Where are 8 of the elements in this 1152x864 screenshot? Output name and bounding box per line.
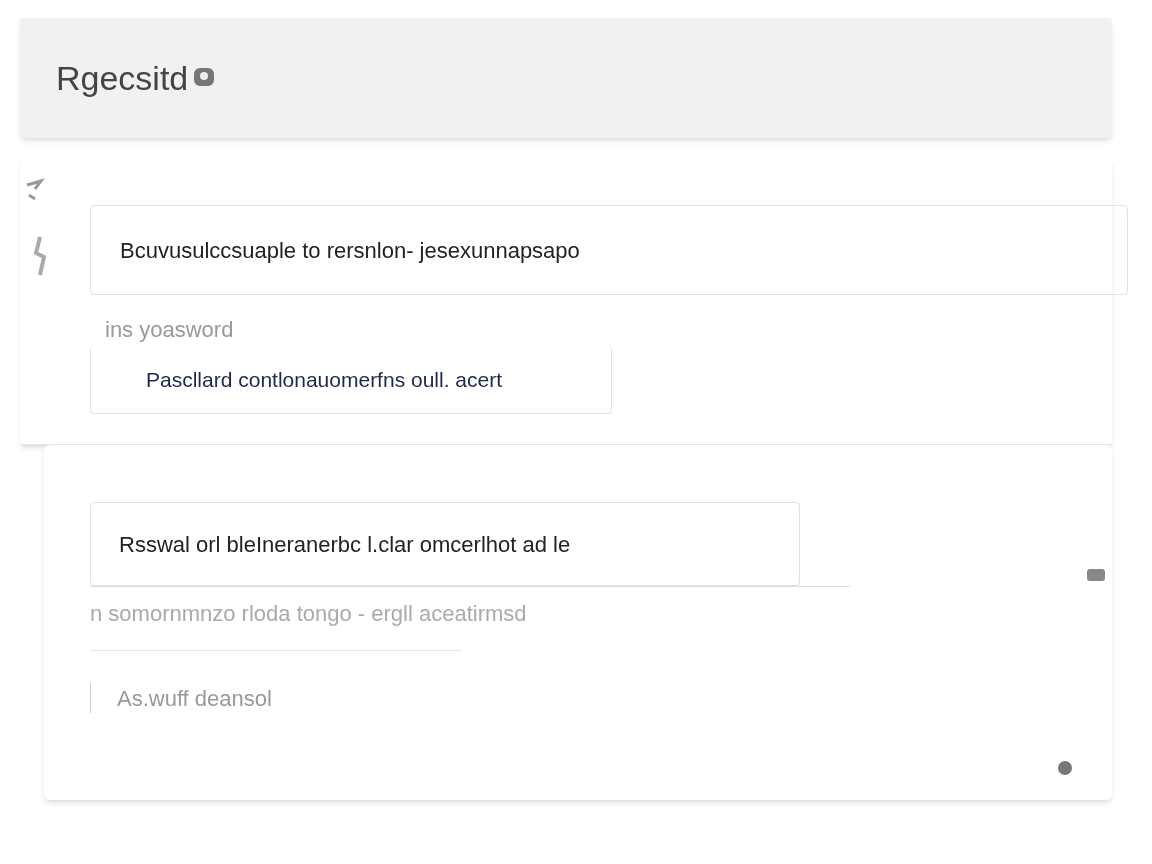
arrow-icon (25, 175, 45, 201)
toggle-icon (1086, 567, 1106, 583)
field-label: ins yoasword (105, 316, 235, 344)
text-field[interactable]: As.wuff deansol (90, 683, 590, 713)
helper-text: n somornmnzo rloda tongo - ergll aceatirmsd (90, 600, 528, 628)
page-title: Rgecsitd (56, 57, 189, 99)
text-field[interactable]: Bcuvusulccsuaple to rersnlon- jesexunnapsapo (90, 205, 1128, 295)
text-field[interactable]: Rsswal orl bleIneranerbc l.clar omcerlhot ad le (90, 502, 800, 586)
